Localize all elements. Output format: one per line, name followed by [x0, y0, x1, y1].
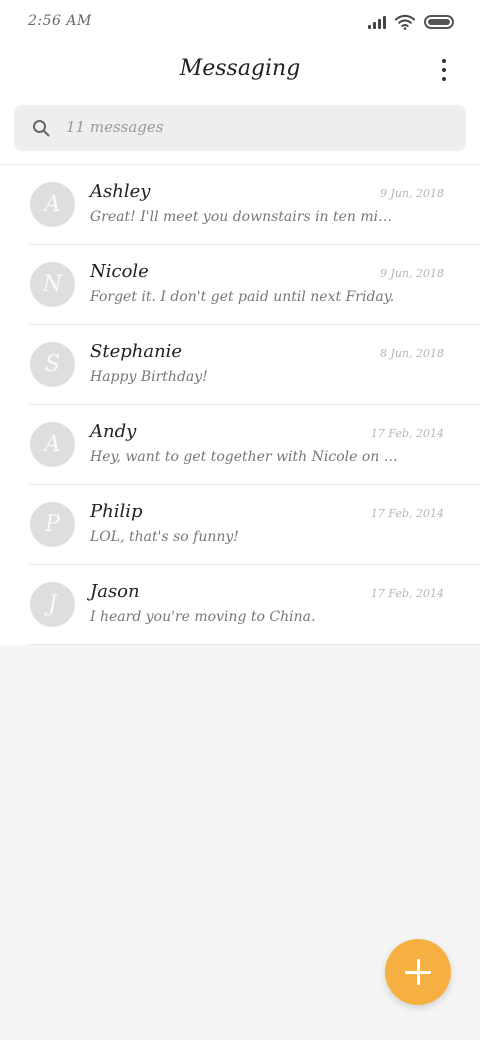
contact-name: Philip — [90, 501, 143, 522]
message-date: 17 Feb, 2014 — [370, 587, 444, 600]
plus-icon — [405, 959, 431, 985]
message-preview: Hey, want to get together with Nicole on… — [90, 449, 400, 465]
message-date: 17 Feb, 2014 — [370, 427, 444, 440]
battery-icon — [424, 15, 454, 29]
contact-name: Jason — [90, 581, 140, 602]
app-header: Messaging — [0, 48, 480, 92]
conversation-item-andy[interactable]: A Andy Hey, want to get together with Ni… — [0, 405, 480, 485]
conversation-item-jason[interactable]: J Jason I heard you're moving to China. … — [0, 565, 480, 645]
avatar: J — [30, 582, 75, 627]
search-icon — [33, 120, 50, 137]
more-options-button[interactable] — [434, 56, 454, 84]
status-bar: 2:56 AM — [0, 0, 480, 44]
more-vertical-icon — [442, 59, 446, 63]
contact-name: Andy — [90, 421, 137, 442]
message-date: 9 Jun, 2018 — [379, 267, 444, 280]
search-input[interactable]: 11 messages — [14, 105, 466, 151]
message-preview: I heard you're moving to China. — [90, 609, 316, 625]
conversation-item-ashley[interactable]: A Ashley Great! I'll meet you downstairs… — [0, 165, 480, 245]
avatar: S — [30, 342, 75, 387]
status-time: 2:56 AM — [28, 13, 92, 29]
status-icons — [368, 12, 454, 32]
message-list: A Ashley Great! I'll meet you downstairs… — [0, 165, 480, 645]
wifi-icon — [395, 14, 415, 30]
avatar: N — [30, 262, 75, 307]
message-date: 8 Jun, 2018 — [379, 347, 444, 360]
avatar: A — [30, 422, 75, 467]
avatar: P — [30, 502, 75, 547]
contact-name: Stephanie — [90, 341, 183, 362]
signal-icon — [368, 15, 386, 29]
page-title: Messaging — [179, 56, 301, 81]
messaging-screen: 2:56 AM Messaging 11 messages A Ashley G… — [0, 0, 480, 1040]
search-placeholder: 11 messages — [66, 118, 164, 136]
conversation-item-philip[interactable]: P Philip LOL, that's so funny! 17 Feb, 2… — [0, 485, 480, 565]
message-preview: Forget it. I don't get paid until next F… — [90, 289, 395, 305]
new-message-button[interactable] — [385, 939, 451, 1005]
avatar: A — [30, 182, 75, 227]
message-preview: LOL, that's so funny! — [90, 529, 239, 545]
contact-name: Nicole — [90, 261, 149, 282]
conversation-item-nicole[interactable]: N Nicole Forget it. I don't get paid unt… — [0, 245, 480, 325]
message-preview: Great! I'll meet you downstairs in ten m… — [90, 209, 400, 225]
message-date: 9 Jun, 2018 — [379, 187, 444, 200]
message-preview: Happy Birthday! — [90, 369, 208, 385]
message-date: 17 Feb, 2014 — [370, 507, 444, 520]
contact-name: Ashley — [90, 181, 151, 202]
conversation-item-stephanie[interactable]: S Stephanie Happy Birthday! 8 Jun, 2018 — [0, 325, 480, 405]
